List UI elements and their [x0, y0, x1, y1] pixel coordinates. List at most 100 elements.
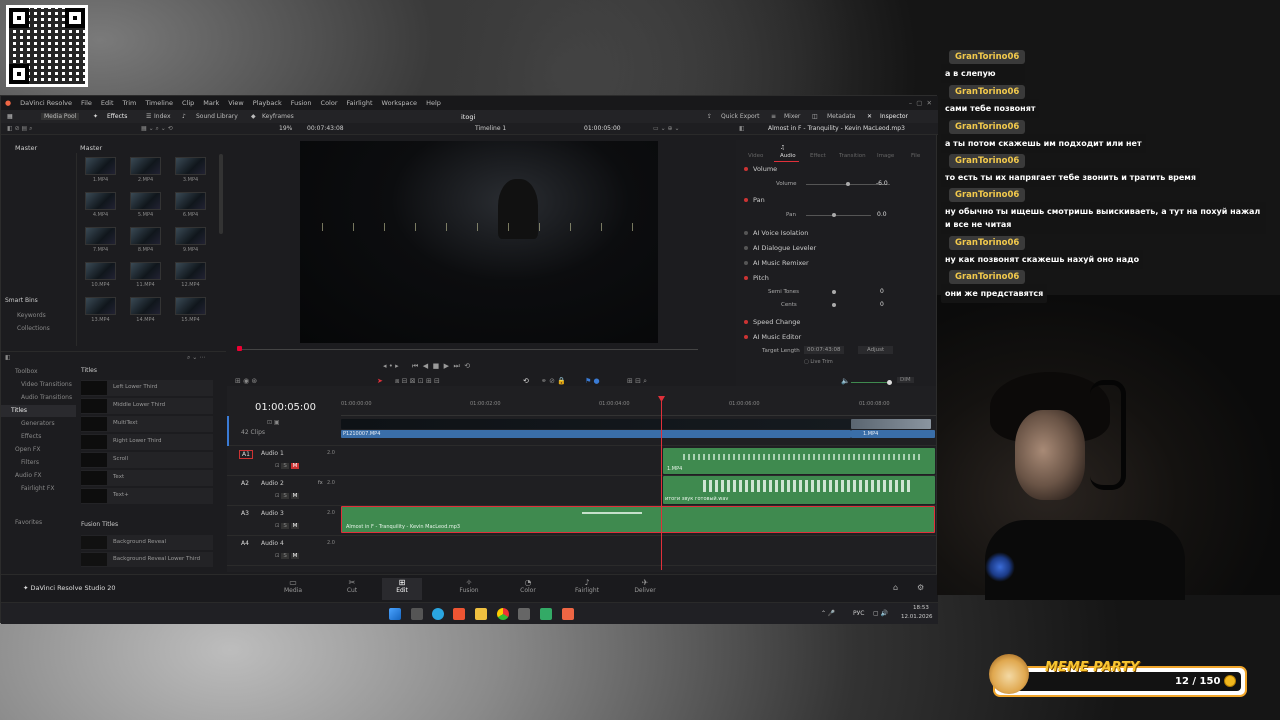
- chat-username[interactable]: GranTorino06: [949, 236, 1026, 250]
- page-color[interactable]: ◔ Color: [508, 578, 548, 594]
- page-cut[interactable]: ✂ Cut: [332, 578, 372, 594]
- speaker-icon[interactable]: 🔈: [841, 377, 850, 385]
- page-edit[interactable]: ⊞ Edit: [382, 578, 422, 600]
- pan-value[interactable]: 0.0: [877, 211, 887, 218]
- loop-icon[interactable]: ⟲: [464, 362, 470, 370]
- tree-audio-transitions[interactable]: Audio Transitions: [21, 394, 72, 401]
- tab-transition[interactable]: Transition: [839, 153, 866, 159]
- clip-thumbnail[interactable]: [85, 157, 116, 175]
- menu-mark[interactable]: Mark: [203, 99, 219, 107]
- select-tool-icon[interactable]: ➤: [377, 377, 383, 385]
- loop-marks-icon[interactable]: ◂ • ▸: [383, 362, 399, 370]
- quick-export-button[interactable]: Quick Export: [721, 113, 760, 120]
- pitch-section[interactable]: Pitch: [736, 274, 928, 288]
- track-id[interactable]: A2: [239, 480, 251, 487]
- pan-knob[interactable]: [832, 213, 836, 217]
- timeline-view-icons[interactable]: ⊞ ◉ ⊛: [235, 377, 257, 385]
- page-fairlight[interactable]: ♪ Fairlight: [567, 578, 607, 594]
- tree-filters[interactable]: Filters: [21, 459, 39, 466]
- audio-clip-a1[interactable]: 1.MP4: [663, 448, 935, 474]
- tab-image[interactable]: Image: [877, 153, 894, 159]
- cents-value[interactable]: 0: [880, 301, 884, 308]
- ai-dialogue-leveler[interactable]: AI Dialogue Leveler: [736, 244, 928, 258]
- sound-library-button[interactable]: Sound Library: [196, 113, 238, 120]
- keyframes-button[interactable]: Keyframes: [262, 113, 294, 120]
- title-item[interactable]: Left Lower Third: [81, 380, 213, 396]
- timeline-playhead[interactable]: [661, 398, 662, 570]
- volume-section[interactable]: Volume: [736, 165, 928, 179]
- edit-tools-icons[interactable]: ⧈ ⊟ ⊠ ⊡ ⊞ ⊟: [395, 377, 440, 386]
- menu-help[interactable]: Help: [426, 99, 441, 107]
- clip-thumbnail[interactable]: [130, 227, 161, 245]
- title-item[interactable]: Text+: [81, 488, 213, 504]
- play-icon[interactable]: ▶: [444, 362, 449, 370]
- tree-video-transitions[interactable]: Video Transitions: [21, 381, 72, 388]
- menu-timeline[interactable]: Timeline: [145, 99, 173, 107]
- audio-clip-a3[interactable]: Almost in F - Tranquility - Kevin MacLeo…: [341, 506, 935, 533]
- stop-icon[interactable]: ■: [433, 362, 440, 370]
- timeline-ruler[interactable]: 01:00:00:00 01:00:02:00 01:00:04:00 01:0…: [341, 398, 936, 416]
- track-id[interactable]: A1: [239, 450, 253, 459]
- playhead-marker[interactable]: [237, 346, 242, 351]
- tree-effects[interactable]: Effects: [21, 433, 41, 440]
- pan-slider[interactable]: [806, 215, 871, 216]
- menu-color[interactable]: Color: [321, 99, 338, 107]
- video-track-icons[interactable]: ⊡ ▣: [267, 419, 280, 426]
- title-item[interactable]: Right Lower Third: [81, 434, 213, 450]
- index-button[interactable]: Index: [154, 113, 171, 120]
- page-fusion[interactable]: ✧ Fusion: [449, 578, 489, 594]
- menu-file[interactable]: File: [81, 99, 92, 107]
- master-volume-slider[interactable]: [851, 382, 891, 383]
- effects-search-icon[interactable]: ⌕ ⌄ ⋯: [187, 354, 205, 362]
- obs-icon[interactable]: [518, 608, 530, 620]
- inspector-button[interactable]: Inspector: [880, 113, 908, 120]
- chat-username[interactable]: GranTorino06: [949, 50, 1026, 64]
- go-end-icon[interactable]: ⏭: [454, 362, 460, 370]
- toggle-icons[interactable]: ◧ ⊘ ▤ ⌕: [7, 125, 32, 133]
- clip-thumbnail[interactable]: [85, 227, 116, 245]
- chat-username[interactable]: GranTorino06: [949, 270, 1026, 284]
- menu-playback[interactable]: Playback: [253, 99, 282, 107]
- menu-app-title[interactable]: DaVinci Resolve: [20, 99, 72, 107]
- master-volume-knob[interactable]: [887, 380, 892, 385]
- zoom-tools-icon[interactable]: ⊞ ⊟ ⌕: [627, 377, 647, 386]
- title-item[interactable]: Scroll: [81, 452, 213, 468]
- bin-master[interactable]: Master: [15, 144, 37, 152]
- menu-trim[interactable]: Trim: [123, 99, 137, 107]
- ai-voice-isolation[interactable]: AI Voice Isolation: [736, 229, 928, 243]
- tray-icons[interactable]: ⌃ 🎤: [821, 610, 835, 617]
- fusion-item-1[interactable]: Background Reveal: [81, 535, 213, 550]
- flag-icon[interactable]: ⚑ ●: [585, 377, 600, 385]
- adjust-button[interactable]: Adjust: [858, 346, 894, 354]
- media-pool-icon[interactable]: ▦: [7, 113, 13, 120]
- title-item[interactable]: Text: [81, 470, 213, 486]
- window-controls[interactable]: – ▢ ✕: [909, 99, 932, 107]
- clip-thumbnail[interactable]: [85, 192, 116, 210]
- view-mode-icons[interactable]: ▦ ⌄ ⌕ ⌄ ⟲: [141, 125, 173, 133]
- viewer-options-icons[interactable]: ▭ ⌄ ⊕ ⌄: [653, 125, 679, 132]
- task-view-icon[interactable]: [411, 608, 423, 620]
- ai-music-remixer[interactable]: AI Music Remixer: [736, 259, 928, 273]
- clip-thumbnail[interactable]: [85, 262, 116, 280]
- tree-open-fx[interactable]: Open FX: [15, 446, 41, 453]
- chrome-icon[interactable]: [497, 608, 509, 620]
- semitones-knob[interactable]: [832, 290, 836, 294]
- smart-bins[interactable]: Smart Bins: [5, 297, 38, 304]
- zoom-level[interactable]: 19%: [279, 125, 292, 132]
- chat-username[interactable]: GranTorino06: [949, 120, 1026, 134]
- davinci-taskbar-icon[interactable]: [562, 608, 574, 620]
- fusion-item-2[interactable]: Background Reveal Lower Third: [81, 552, 213, 567]
- clip-thumbnail[interactable]: [175, 262, 206, 280]
- effects-icon[interactable]: ✦: [93, 113, 98, 120]
- ai-music-editor-section[interactable]: AI Music Editor: [736, 333, 928, 347]
- title-item[interactable]: Middle Lower Third: [81, 398, 213, 414]
- page-media[interactable]: ▭ Media: [273, 578, 313, 594]
- go-start-icon[interactable]: ⏮: [412, 362, 418, 370]
- step-back-icon[interactable]: ◀: [423, 362, 428, 370]
- track-id[interactable]: A3: [239, 510, 251, 517]
- track-buttons[interactable]: ⊡ S M: [275, 553, 300, 559]
- mixer-button[interactable]: Mixer: [784, 113, 800, 120]
- page-deliver[interactable]: ✈ Deliver: [625, 578, 665, 594]
- tree-fairlight-fx[interactable]: Fairlight FX: [21, 485, 54, 492]
- clip-thumbnail[interactable]: [175, 192, 206, 210]
